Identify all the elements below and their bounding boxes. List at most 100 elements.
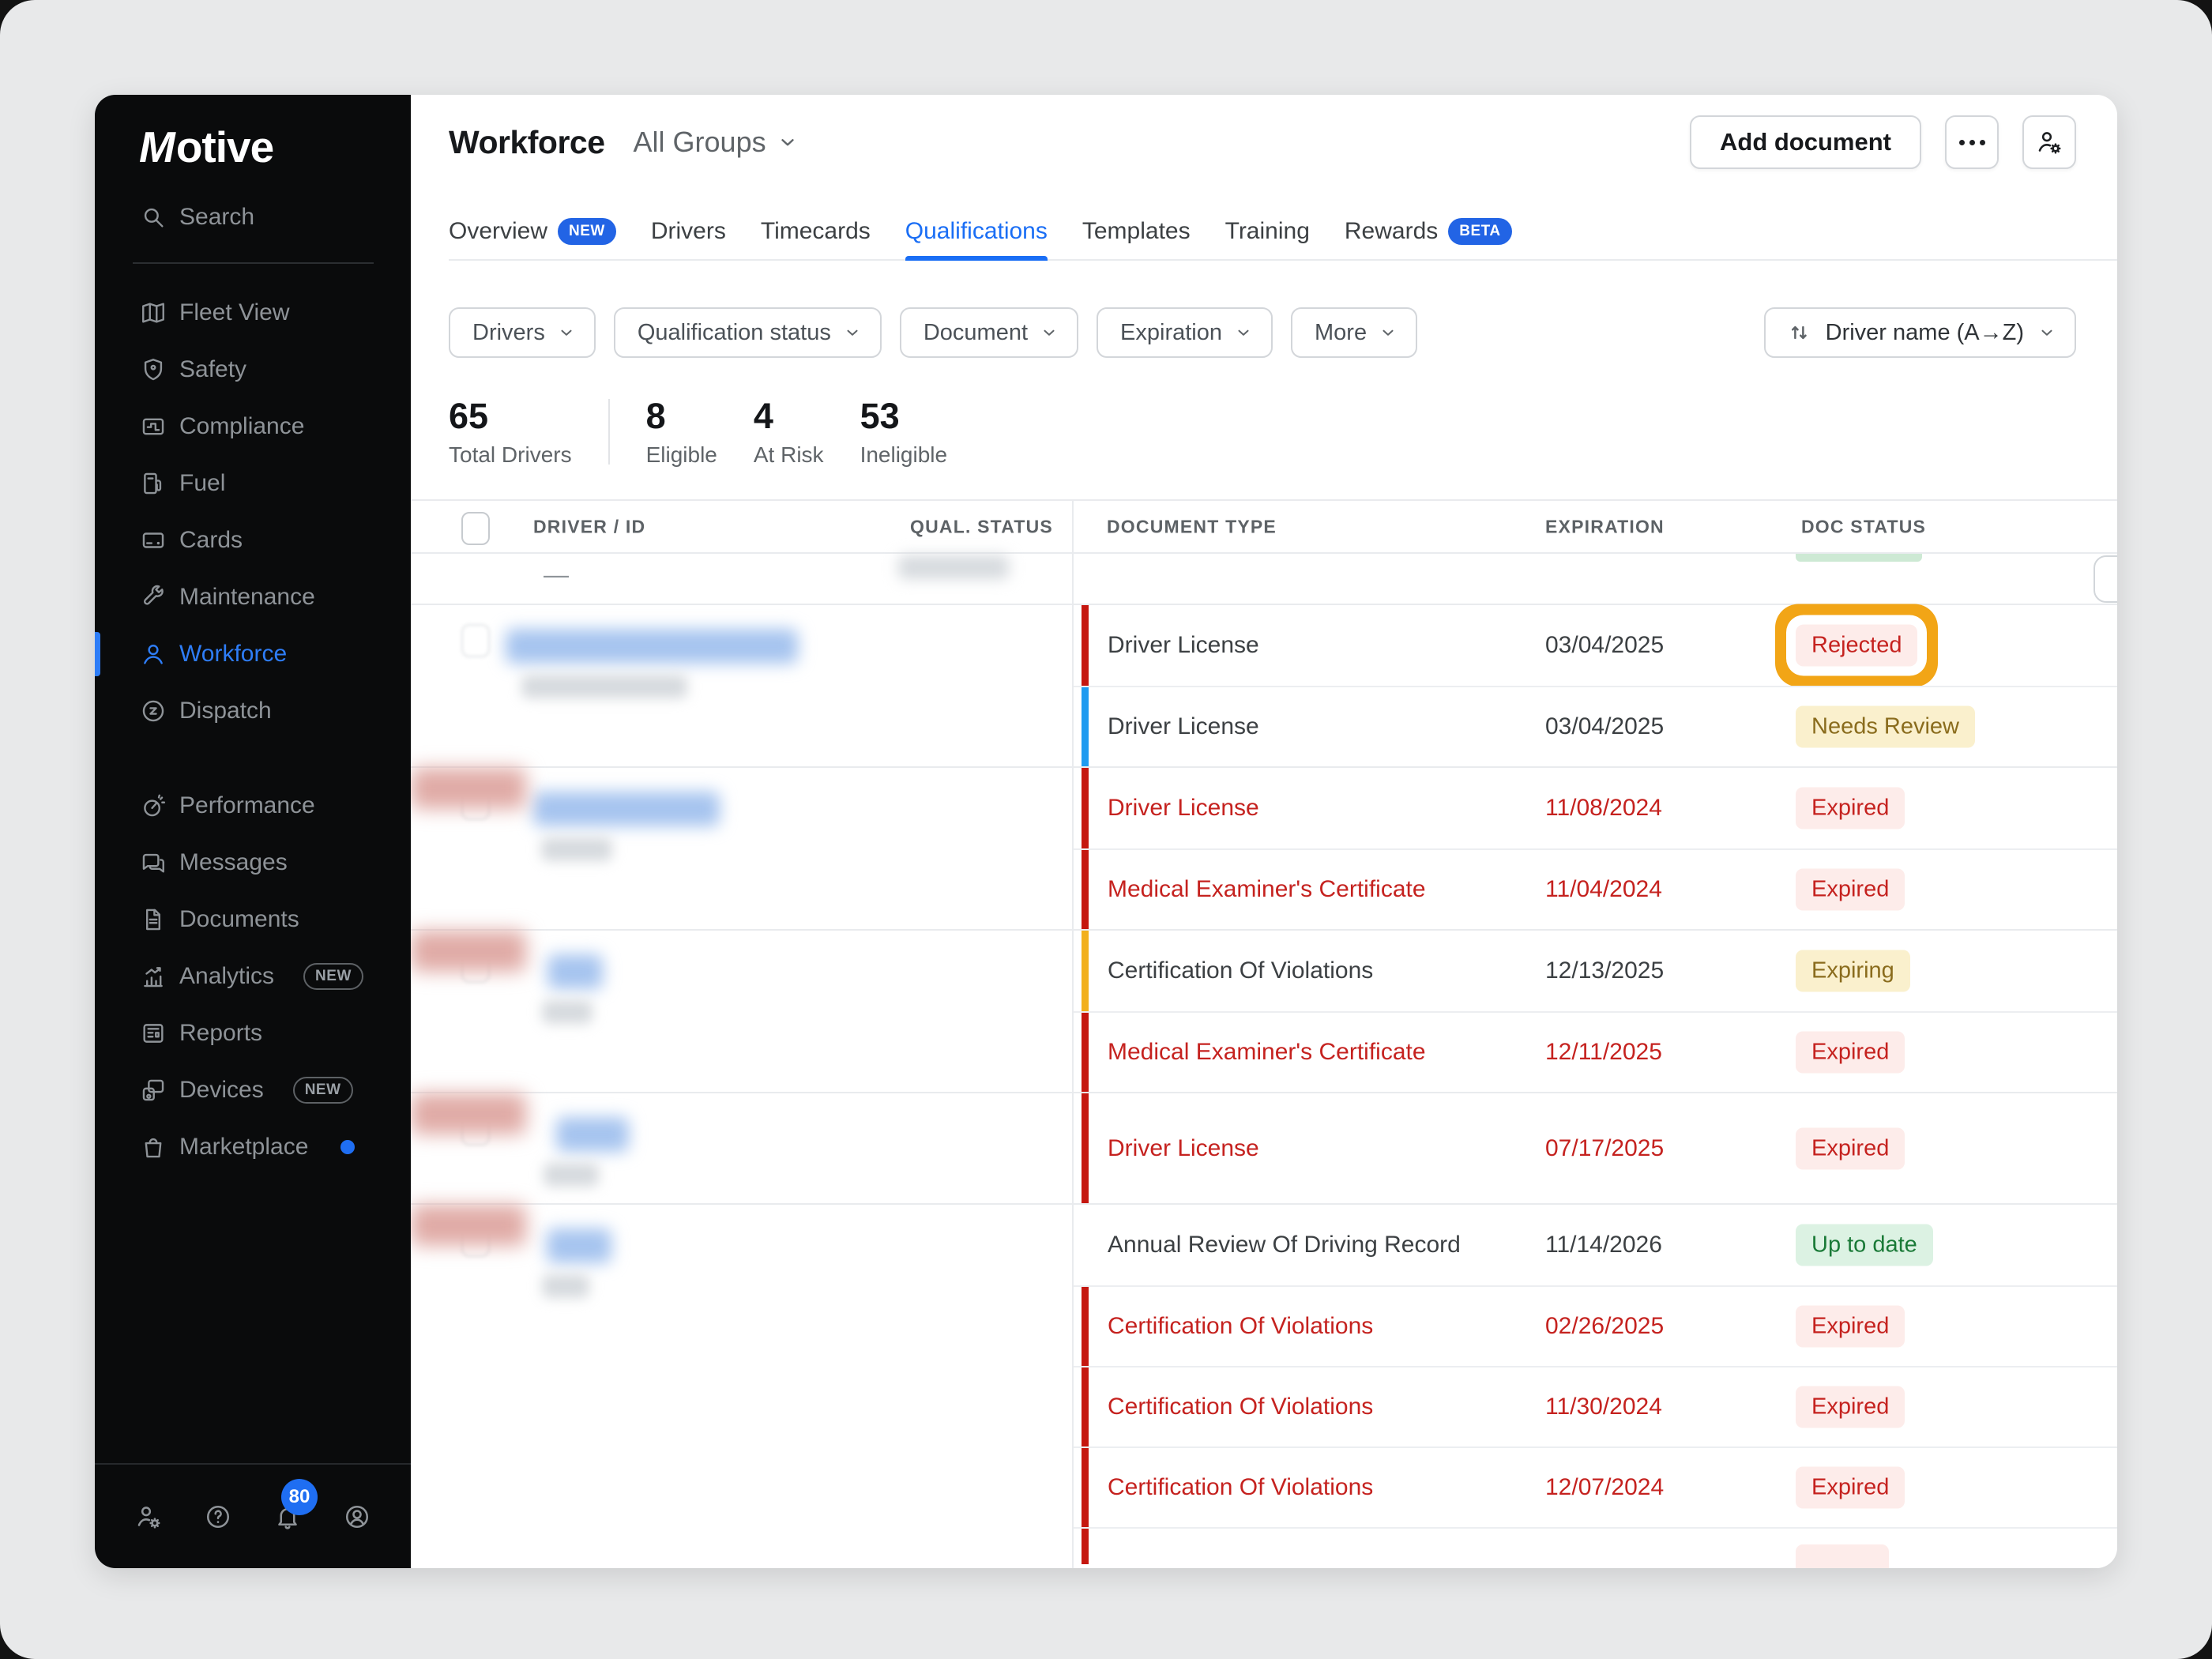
sidebar-item-cards[interactable]: Cards xyxy=(95,512,411,569)
driver-name-redacted[interactable] xyxy=(506,629,798,664)
status-color-bar xyxy=(1082,768,1089,848)
sort-dropdown[interactable]: Driver name (A→Z) xyxy=(1764,307,2076,358)
group-filter-dropdown[interactable]: All Groups xyxy=(634,126,798,159)
document-type-cell: Driver License xyxy=(1108,632,1259,659)
wrench-icon xyxy=(139,583,167,611)
document-type-cell: Certification Of Violations xyxy=(1108,957,1373,984)
filter-expiration[interactable]: Expiration xyxy=(1097,307,1273,358)
sidebar-item-performance[interactable]: Performance xyxy=(95,777,411,834)
sidebar-item-label: Reports xyxy=(179,1020,262,1047)
devices-icon xyxy=(139,1076,167,1104)
filter-drivers[interactable]: Drivers xyxy=(449,307,596,358)
manage-users-button[interactable] xyxy=(2022,115,2076,169)
sidebar-item-workforce[interactable]: Workforce xyxy=(95,626,411,683)
table-section-divider xyxy=(1072,499,1074,1568)
fuel-pump-icon xyxy=(139,469,167,498)
column-document-type: DOCUMENT TYPE xyxy=(1107,516,1277,537)
main-content: Workforce All Groups Add document Overvi… xyxy=(411,95,2117,1568)
driver-id-redacted xyxy=(544,1163,599,1187)
sidebar-item-label: Workforce xyxy=(179,641,287,668)
sidebar-item-safety[interactable]: Safety xyxy=(95,341,411,398)
sidebar-item-compliance[interactable]: Compliance xyxy=(95,398,411,455)
driver-dash: — xyxy=(544,560,569,589)
filter-more[interactable]: More xyxy=(1291,307,1417,358)
new-badge: NEW xyxy=(293,1077,353,1104)
table-row: Certification Of Violations12/07/2024Exp… xyxy=(1072,1446,2117,1527)
select-all-checkbox[interactable] xyxy=(461,512,490,545)
driver-name-redacted[interactable] xyxy=(547,1228,611,1263)
doc-status-badge: Expired xyxy=(1796,1386,1905,1428)
expiration-cell: 11/30/2024 xyxy=(1545,1394,1662,1420)
filter-qualification-status[interactable]: Qualification status xyxy=(614,307,882,358)
document-icon xyxy=(139,905,167,934)
admin-button[interactable] xyxy=(134,1503,163,1531)
header-actions: Add document xyxy=(1690,115,2076,169)
person-gear-icon xyxy=(134,1503,163,1531)
notifications-button[interactable]: 80 xyxy=(273,1503,302,1531)
doc-status-badge: Expired xyxy=(1796,1306,1905,1348)
tab-rewards[interactable]: RewardsBETA xyxy=(1345,203,1512,259)
marketplace-notification-dot xyxy=(340,1140,355,1154)
doc-status-badge: Expired xyxy=(1796,1467,1905,1509)
sidebar-item-label: Maintenance xyxy=(179,584,315,611)
sidebar-item-analytics[interactable]: Analytics NEW xyxy=(95,948,411,1005)
table-row: Annual Review Of Driving Record11/14/202… xyxy=(1072,1205,2117,1285)
table-row: Certification Of Violations02/26/2025Exp… xyxy=(1072,1285,2117,1366)
driver-name-redacted[interactable] xyxy=(533,792,720,826)
sidebar: Motive Search Fleet View Safety Complian… xyxy=(95,95,411,1568)
driver-name-redacted[interactable] xyxy=(556,1117,629,1152)
qual-status-badge-redacted xyxy=(411,1205,526,1246)
sidebar-item-fleet-view[interactable]: Fleet View xyxy=(95,284,411,341)
sidebar-item-messages[interactable]: Messages xyxy=(95,834,411,891)
table-row: Driver License07/17/2025Expired xyxy=(1072,1093,2117,1203)
qual-status-badge-redacted xyxy=(411,931,526,972)
more-actions-button[interactable] xyxy=(1945,115,1999,169)
help-button[interactable] xyxy=(204,1503,232,1531)
add-document-button[interactable]: Add document xyxy=(1690,115,1921,169)
driver-id-redacted xyxy=(521,675,687,698)
sidebar-item-label: Fuel xyxy=(179,470,225,497)
qualifications-table: DRIVER / ID QUAL. STATUS DOCUMENT TYPE E… xyxy=(411,499,2117,1568)
sidebar-search[interactable]: Search xyxy=(95,189,411,246)
driver-name-redacted[interactable] xyxy=(547,954,603,989)
filter-document[interactable]: Document xyxy=(900,307,1078,358)
stat-ineligible: 53Ineligible xyxy=(860,396,948,468)
driver-group: Driver License03/04/2025RejectedDriver L… xyxy=(411,604,2117,766)
sidebar-item-fuel[interactable]: Fuel xyxy=(95,455,411,512)
status-color-bar xyxy=(1082,1448,1089,1527)
logo-m: M xyxy=(139,122,175,171)
sidebar-item-reports[interactable]: Reports xyxy=(95,1005,411,1062)
status-color-bar xyxy=(1082,1013,1089,1092)
document-rows: Driver License03/04/2025RejectedDriver L… xyxy=(1072,605,2117,766)
tab-overview[interactable]: OverviewNEW xyxy=(449,203,616,259)
table-row: Driver License03/04/2025Rejected xyxy=(1072,605,2117,686)
row-actions-button[interactable] xyxy=(2094,555,2117,603)
chat-bubbles-icon xyxy=(139,848,167,877)
tab-templates[interactable]: Templates xyxy=(1082,203,1191,259)
tab-qualifications[interactable]: Qualifications xyxy=(905,203,1048,259)
tab-drivers[interactable]: Drivers xyxy=(651,203,726,259)
sidebar-item-documents[interactable]: Documents xyxy=(95,891,411,948)
sidebar-item-dispatch[interactable]: Dispatch xyxy=(95,683,411,739)
tab-timecards[interactable]: Timecards xyxy=(761,203,871,259)
table-row: Certification Of Violations11/30/2024Exp… xyxy=(1072,1366,2117,1446)
report-icon xyxy=(139,1019,167,1048)
sidebar-item-maintenance[interactable]: Maintenance xyxy=(95,569,411,626)
sort-label: Driver name (A→Z) xyxy=(1826,320,2024,346)
tab-training[interactable]: Training xyxy=(1225,203,1310,259)
qual-status-badge-redacted xyxy=(411,768,526,809)
sidebar-item-label: Performance xyxy=(179,792,315,819)
stat-divider xyxy=(608,399,610,465)
sidebar-item-devices[interactable]: Devices NEW xyxy=(95,1062,411,1119)
doc-status-badge: Expiring xyxy=(1796,950,1910,992)
row-checkbox[interactable] xyxy=(461,624,490,657)
doc-status-badge: Expired xyxy=(1796,869,1905,911)
sidebar-item-marketplace[interactable]: Marketplace xyxy=(95,1119,411,1176)
doc-status-badge-clipped xyxy=(1796,554,1922,562)
sidebar-secondary-nav: Performance Messages Documents Analytics… xyxy=(95,777,411,1176)
document-rows: Certification Of Violations12/13/2025Exp… xyxy=(1072,931,2117,1092)
doc-status-badge: Expired xyxy=(1796,1032,1905,1074)
sidebar-divider xyxy=(133,262,374,264)
account-button[interactable] xyxy=(343,1503,371,1531)
document-type-cell: Annual Review Of Driving Record xyxy=(1108,1232,1461,1258)
